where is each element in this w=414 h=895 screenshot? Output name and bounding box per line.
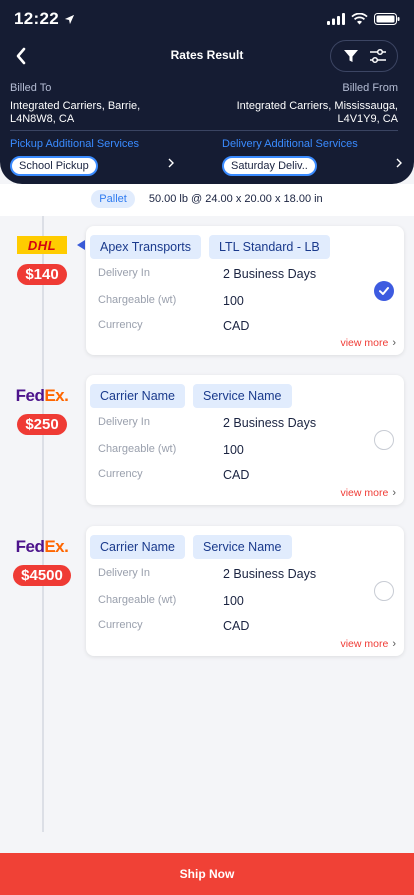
filter-button[interactable] <box>339 44 363 68</box>
weight-label: Chargeable (wt) <box>98 594 177 606</box>
billed-from-line2: L4V1Y9, CA <box>337 113 398 125</box>
delivery-label: Delivery In <box>98 416 150 428</box>
fedex-logo: FedEx. <box>15 386 69 405</box>
pickup-service-chip[interactable]: School Pickup <box>10 156 98 176</box>
service-name-tag: LTL Standard - LB <box>209 235 330 259</box>
fedex-logo: FedEx. <box>15 537 69 556</box>
rate-card[interactable]: Carrier Name Service Name Delivery In 2 … <box>86 375 404 505</box>
cellular-signal-icon <box>327 13 345 25</box>
price-badge: $250 <box>17 414 67 435</box>
currency-value: CAD <box>223 619 250 633</box>
delivery-service-chip[interactable]: Saturday Deliv.. <box>222 156 317 176</box>
delivery-value: 2 Business Days <box>223 267 317 281</box>
delivery-row: Delivery In 2 Business Days <box>98 267 316 281</box>
weight-row: Chargeable (wt) 100 <box>98 443 244 457</box>
service-name-tag: Service Name <box>193 535 292 559</box>
pallet-details: 50.00 lb @ 24.00 x 20.00 x 18.00 in <box>148 193 323 205</box>
weight-value: 100 <box>223 594 244 608</box>
carrier-column: DHL $140 <box>10 236 74 285</box>
weight-row: Chargeable (wt) 100 <box>98 294 244 308</box>
weight-label: Chargeable (wt) <box>98 443 177 455</box>
wifi-icon <box>351 13 368 25</box>
carrier-name-tag: Carrier Name <box>90 535 186 559</box>
billed-to: Billed To Integrated Carriers, Barrie, L… <box>10 82 140 126</box>
filter-icon <box>343 50 358 62</box>
chevron-right-icon[interactable] <box>166 158 176 168</box>
card-tags: Apex Transports LTL Standard - LB <box>90 235 330 259</box>
carrier-column: FedEx. $4500 <box>10 537 74 586</box>
selected-pointer-icon <box>77 240 85 250</box>
view-more-link[interactable]: view more › <box>340 337 396 349</box>
nav-bar: Rates Result <box>0 40 414 72</box>
delivery-services-caption: Delivery Additional Services <box>222 138 358 150</box>
currency-value: CAD <box>223 319 250 333</box>
billed-to-line1: Integrated Carriers, Barrie, <box>10 100 141 112</box>
chevron-right-icon[interactable] <box>394 158 404 168</box>
card-tags: Carrier Name Service Name <box>90 535 292 559</box>
carrier-column: FedEx. $250 <box>10 386 74 435</box>
billed-from-line1: Integrated Carriers, Mississauga, <box>236 100 398 112</box>
chevron-right-icon: › <box>392 487 396 499</box>
delivery-value: 2 Business Days <box>223 416 317 430</box>
rate-card[interactable]: Apex Transports LTL Standard - LB Delive… <box>86 226 404 355</box>
select-radio-checked[interactable] <box>374 281 394 301</box>
view-more-link[interactable]: view more › <box>340 487 396 499</box>
pallet-summary: Pallet 50.00 lb @ 24.00 x 20.00 x 18.00 … <box>0 190 414 208</box>
currency-label: Currency <box>98 468 143 480</box>
delivery-services[interactable]: Delivery Additional Services Saturday De… <box>222 138 358 176</box>
weight-label: Chargeable (wt) <box>98 294 177 306</box>
check-icon <box>379 287 389 295</box>
header: 12:22 Rates Result Billed To Integrated … <box>0 0 414 184</box>
billed-from: Billed From Integrated Carriers, Mississ… <box>237 82 398 126</box>
currency-value: CAD <box>223 468 250 482</box>
delivery-row: Delivery In 2 Business Days <box>98 567 316 581</box>
settings-sliders-button[interactable] <box>366 44 390 68</box>
timeline-line <box>42 216 44 832</box>
sliders-icon <box>369 48 386 64</box>
ship-now-button[interactable]: Ship Now <box>0 853 414 895</box>
toolbar-group <box>330 40 398 72</box>
select-radio[interactable] <box>374 581 394 601</box>
billed-to-line2: L4N8W8, CA <box>10 113 75 125</box>
currency-row: Currency CAD <box>98 619 249 633</box>
delivery-label: Delivery In <box>98 267 150 279</box>
currency-row: Currency CAD <box>98 319 249 333</box>
status-icons <box>327 13 400 25</box>
status-bar: 12:22 <box>14 8 400 30</box>
service-name-tag: Service Name <box>193 384 292 408</box>
battery-icon <box>374 13 400 25</box>
location-arrow-icon <box>64 14 75 24</box>
pickup-services[interactable]: Pickup Additional Services School Pickup <box>10 138 139 176</box>
currency-label: Currency <box>98 319 143 331</box>
dhl-logo: DHL <box>17 236 67 254</box>
price-badge: $140 <box>17 264 67 285</box>
delivery-label: Delivery In <box>98 567 150 579</box>
billed-to-caption: Billed To <box>10 82 52 94</box>
select-radio[interactable] <box>374 430 394 450</box>
billed-from-caption: Billed From <box>342 82 398 94</box>
view-more-link[interactable]: view more › <box>340 638 396 650</box>
header-divider <box>10 130 398 131</box>
chevron-right-icon: › <box>392 337 396 349</box>
currency-label: Currency <box>98 619 143 631</box>
chevron-right-icon: › <box>392 638 396 650</box>
weight-value: 100 <box>223 443 244 457</box>
card-tags: Carrier Name Service Name <box>90 384 292 408</box>
weight-value: 100 <box>223 294 244 308</box>
price-badge: $4500 <box>13 565 71 586</box>
pallet-chip: Pallet <box>91 190 135 208</box>
weight-row: Chargeable (wt) 100 <box>98 594 244 608</box>
rate-card[interactable]: Carrier Name Service Name Delivery In 2 … <box>86 526 404 656</box>
status-time: 12:22 <box>14 9 75 29</box>
delivery-value: 2 Business Days <box>223 567 317 581</box>
delivery-row: Delivery In 2 Business Days <box>98 416 316 430</box>
currency-row: Currency CAD <box>98 468 249 482</box>
pickup-services-caption: Pickup Additional Services <box>10 138 140 150</box>
carrier-name-tag: Carrier Name <box>90 384 186 408</box>
carrier-name-tag: Apex Transports <box>90 235 202 259</box>
